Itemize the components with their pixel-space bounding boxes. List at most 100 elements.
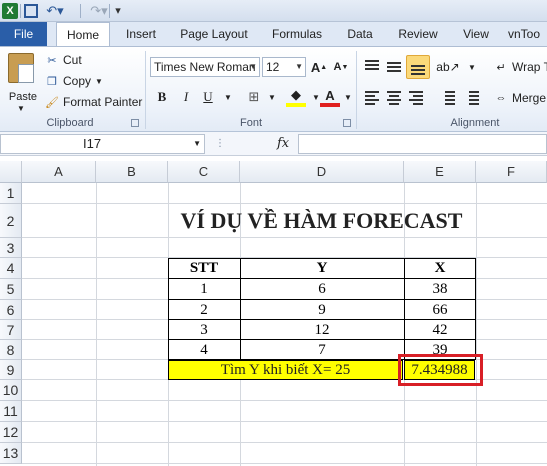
table-cell[interactable]: 3 (168, 320, 240, 340)
orientation-icon[interactable]: ab↗ (436, 57, 459, 77)
row-header-2[interactable]: 2 (0, 204, 22, 238)
row-header-6[interactable]: 6 (0, 300, 22, 320)
tab-page-layout[interactable]: Page Layout (174, 22, 254, 46)
table-cell[interactable]: 38 (404, 279, 476, 299)
tab-vntools[interactable]: vnToo (508, 22, 547, 46)
column-header-b[interactable]: B (96, 161, 168, 183)
insert-function-icon[interactable]: fx (277, 136, 289, 151)
decrease-indent-icon[interactable] (438, 89, 458, 107)
tab-insert[interactable]: Insert (120, 22, 162, 46)
row-header-10[interactable]: 10 (0, 380, 22, 401)
row-header-5[interactable]: 5 (0, 279, 22, 300)
paste-label: Paste (8, 91, 38, 103)
redo-icon[interactable]: ↷▾ (88, 2, 110, 19)
increase-indent-icon[interactable] (462, 89, 482, 107)
row-header-3[interactable]: 3 (0, 238, 22, 258)
formula-input[interactable] (298, 134, 547, 154)
row-header-1[interactable]: 1 (0, 183, 22, 204)
gridline (22, 400, 547, 401)
table-cell[interactable]: 2 (168, 300, 240, 320)
merge-icon: ⇔ (495, 92, 507, 104)
column-header-e[interactable]: E (404, 161, 476, 183)
tab-data[interactable]: Data (340, 22, 380, 46)
table-cell[interactable]: 12 (240, 320, 404, 340)
wrap-text-label: Wrap T (512, 60, 547, 74)
dialog-launcher-icon[interactable] (343, 119, 351, 127)
chevron-down-icon[interactable]: ▼ (462, 57, 482, 77)
tab-formulas[interactable]: Formulas (266, 22, 328, 46)
grow-font-icon[interactable]: A ▲ (309, 57, 329, 77)
font-color-icon[interactable]: A (320, 87, 340, 107)
customize-toolbar-icon[interactable]: ▾ (113, 2, 123, 19)
dialog-launcher-icon[interactable] (131, 119, 139, 127)
font-name-select[interactable]: Times New Roman ▼ (150, 57, 260, 77)
align-center-icon[interactable] (384, 89, 404, 107)
table-cell[interactable]: 9 (240, 300, 404, 320)
row-header-9[interactable]: 9 (0, 360, 22, 380)
table-cell[interactable]: 4 (168, 340, 240, 360)
tab-view[interactable]: View (456, 22, 496, 46)
row-header-8[interactable]: 8 (0, 340, 22, 360)
excel-icon[interactable]: X (2, 3, 18, 19)
table-cell[interactable]: 42 (404, 320, 476, 340)
chevron-down-icon[interactable]: ▼ (218, 87, 238, 107)
shrink-font-icon[interactable]: A ▼ (331, 57, 351, 77)
chevron-down-icon[interactable]: ▼ (338, 87, 358, 107)
table-cell[interactable]: 1 (168, 279, 240, 299)
borders-icon[interactable]: ⊞ (244, 87, 264, 107)
row-header-7[interactable]: 7 (0, 320, 22, 340)
copy-label: Copy (63, 74, 92, 88)
tab-file[interactable]: File (0, 22, 47, 46)
copy-icon: ❐ (47, 75, 57, 88)
table-header-x[interactable]: X (404, 258, 476, 278)
column-header-f[interactable]: F (476, 161, 547, 183)
merge-center-button[interactable]: ⇔ Merge (494, 89, 547, 107)
paste-button[interactable]: Paste ▼ (4, 51, 38, 113)
cut-button[interactable]: ✂ Cut (45, 51, 82, 69)
tab-home[interactable]: Home (56, 22, 110, 47)
fill-color-icon[interactable]: ◆ (286, 87, 306, 107)
font-size-select[interactable]: 12 ▼ (262, 57, 306, 77)
row-header-11[interactable]: 11 (0, 401, 22, 422)
sheet-title[interactable]: VÍ DỤ VỀ HÀM FORECAST (96, 205, 547, 237)
align-left-icon[interactable] (362, 89, 382, 107)
splitter-handle-icon[interactable]: ⋮ (215, 138, 225, 149)
bold-button[interactable]: B (152, 87, 172, 107)
table-cell[interactable]: 66 (404, 300, 476, 320)
align-top-icon[interactable] (362, 57, 382, 75)
chevron-down-icon: ▼ (17, 104, 25, 113)
wrap-text-icon: ↵ (496, 61, 506, 74)
gridline (22, 237, 547, 238)
italic-button[interactable]: I (176, 87, 196, 107)
column-header-c[interactable]: C (168, 161, 240, 183)
chevron-down-icon[interactable]: ▼ (262, 87, 282, 107)
query-label-cell[interactable]: Tìm Y khi biết X= 25 (168, 360, 403, 380)
cut-label: Cut (63, 53, 82, 67)
wrap-text-button[interactable]: ↵ Wrap T (494, 58, 547, 76)
table-header-stt[interactable]: STT (168, 258, 240, 278)
undo-icon[interactable]: ↶▾ (44, 2, 66, 19)
chevron-down-icon[interactable]: ▼ (193, 135, 201, 153)
tab-review[interactable]: Review (392, 22, 444, 46)
underline-button[interactable]: U (198, 87, 218, 107)
paste-icon (8, 53, 34, 83)
ribbon-home: Paste ▼ ✂ Cut ❐ Copy ▼ 🖌 Format Painter … (0, 46, 547, 132)
alignment-group-label: Alignment (450, 117, 500, 129)
table-cell[interactable]: 7 (240, 340, 404, 360)
table-cell[interactable]: 6 (240, 279, 404, 299)
column-header-d[interactable]: D (240, 161, 404, 183)
table-header-y[interactable]: Y (240, 258, 404, 278)
format-painter-button[interactable]: 🖌 Format Painter (45, 93, 142, 111)
save-icon[interactable] (24, 4, 38, 18)
align-middle-icon[interactable] (384, 57, 404, 75)
gridline (22, 421, 547, 422)
align-right-icon[interactable] (406, 89, 426, 107)
row-header-13[interactable]: 13 (0, 443, 22, 464)
row-header-4[interactable]: 4 (0, 258, 22, 279)
name-box[interactable]: I17 ▼ (0, 134, 205, 154)
row-header-12[interactable]: 12 (0, 422, 22, 443)
column-header-a[interactable]: A (22, 161, 96, 183)
align-bottom-icon[interactable] (406, 55, 430, 79)
copy-button[interactable]: ❐ Copy ▼ (45, 72, 103, 90)
select-all-corner[interactable] (0, 161, 22, 183)
